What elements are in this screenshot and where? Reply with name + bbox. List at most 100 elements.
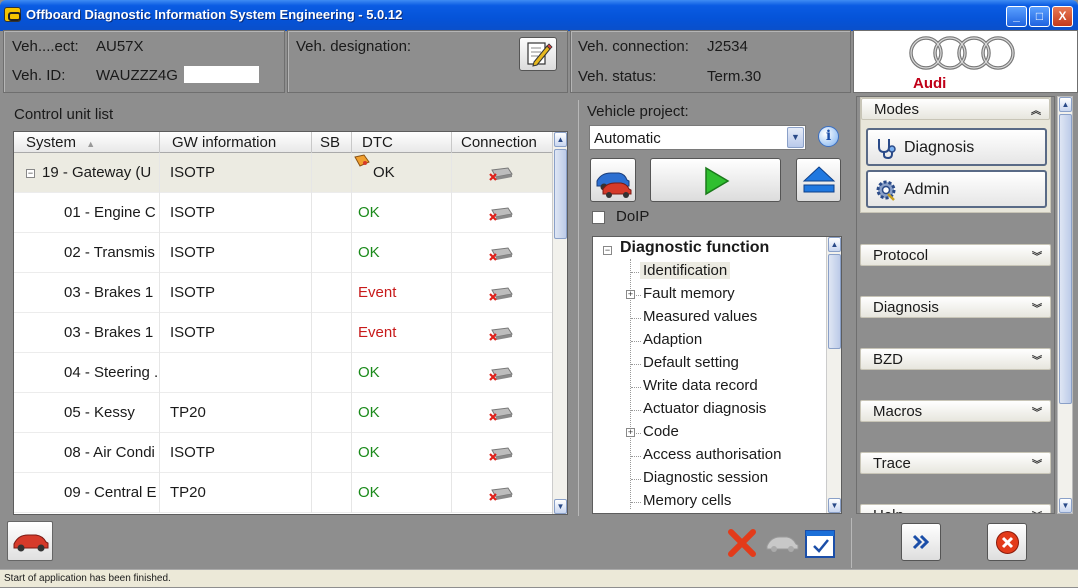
maximize-button[interactable]: □ <box>1029 6 1050 27</box>
cell-gw-information: TP20 <box>160 473 312 513</box>
cell-sb <box>312 273 352 313</box>
tree-item[interactable]: Diagnostic session <box>643 469 768 486</box>
admin-mode-button[interactable]: Admin <box>866 170 1047 208</box>
sidebar-section-bzd[interactable]: BZD ︾ <box>860 348 1051 370</box>
chevron-down-icon: ︾ <box>1032 508 1042 513</box>
table-header: System ▲ GW information SB DTC Connectio… <box>14 132 554 153</box>
close-circle-icon <box>996 531 1019 554</box>
scroll-thumb[interactable] <box>828 254 841 349</box>
cell-sb <box>312 433 352 473</box>
sidebar-section-macros[interactable]: Macros ︾ <box>860 400 1051 422</box>
tree-item[interactable]: Memory cells <box>643 492 731 509</box>
diagnosis-mode-button[interactable]: Diagnosis <box>866 128 1047 166</box>
tree-item[interactable]: Adaption <box>643 331 702 348</box>
checklist-window-icon[interactable] <box>804 529 836 559</box>
table-row[interactable]: 04 - Steering ... OK <box>14 353 554 393</box>
collapse-root-icon[interactable]: − <box>603 246 612 255</box>
sidebar-section-help[interactable]: Help︾ <box>860 504 1051 513</box>
chevron-down-icon: ︾ <box>1032 460 1042 471</box>
chevron-down-icon[interactable]: ▼ <box>787 127 804 148</box>
table-row[interactable]: 02 - Transmis ISOTP OK <box>14 233 554 273</box>
info-icon[interactable]: i <box>818 126 839 147</box>
app-icon <box>4 7 21 22</box>
doip-checkbox[interactable] <box>592 211 605 224</box>
cell-sb <box>312 153 352 193</box>
table-row[interactable]: 09 - Central E TP20 OK <box>14 473 554 513</box>
sidebar-section-trace[interactable]: Trace ︾ <box>860 452 1051 474</box>
connection-error-icon <box>489 367 513 381</box>
column-header-system[interactable]: System ▲ <box>14 132 160 153</box>
scroll-down-arrow[interactable]: ▼ <box>828 498 841 513</box>
tree-root-diagnostic-function[interactable]: Diagnostic function <box>620 239 769 257</box>
table-row[interactable]: −19 - Gateway (U ISOTP OK <box>14 153 554 193</box>
modes-header[interactable]: Modes ︽ <box>861 98 1050 120</box>
cell-system: 03 - Brakes 1 <box>14 273 160 313</box>
cell-dtc: OK <box>352 353 452 393</box>
control-unit-table: System ▲ GW information SB DTC Connectio… <box>13 131 568 515</box>
sidebar-scrollbar[interactable]: ▲ ▼ <box>1057 96 1073 514</box>
column-header-sb[interactable]: SB <box>312 132 352 153</box>
double-chevron-right-icon <box>912 534 930 550</box>
dtc-status: OK <box>373 164 395 181</box>
cell-connection <box>452 313 554 353</box>
forward-button[interactable] <box>901 523 941 561</box>
scroll-down-arrow[interactable]: ▼ <box>554 499 567 514</box>
expand-icon[interactable]: + <box>626 290 635 299</box>
sidebar-section-diagnosis[interactable]: Diagnosis ︾ <box>860 296 1051 318</box>
cell-system: 03 - Brakes 1 <box>14 313 160 353</box>
cell-dtc: OK <box>352 153 452 193</box>
cell-connection <box>452 193 554 233</box>
gear-icon <box>876 180 896 201</box>
dtc-status: OK <box>358 404 380 421</box>
tree-item[interactable]: Code <box>643 423 679 440</box>
tree-item[interactable]: Measured values <box>643 308 757 325</box>
column-header-connection[interactable]: Connection <box>452 132 554 153</box>
table-row[interactable]: 03 - Brakes 1 ISOTP Event <box>14 313 554 353</box>
cancel-x-icon[interactable] <box>727 528 757 558</box>
scroll-thumb[interactable] <box>554 149 567 239</box>
close-window-button[interactable]: X <box>1052 6 1073 27</box>
sidebar-section-protocol[interactable]: Protocol ︾ <box>860 244 1051 266</box>
minimize-button[interactable]: _ <box>1006 6 1027 27</box>
cell-sb <box>312 473 352 513</box>
cell-sb <box>312 313 352 353</box>
scroll-thumb[interactable] <box>1059 114 1072 404</box>
table-row[interactable]: 08 - Air Condi ISOTP OK <box>14 433 554 473</box>
tree-item[interactable]: Identification <box>640 262 731 279</box>
vehicle-select-button[interactable] <box>590 158 636 202</box>
tree-item[interactable]: Default setting <box>643 354 739 371</box>
cell-gw-information: ISOTP <box>160 233 312 273</box>
veh-connection-value: J2534 <box>707 38 748 55</box>
scroll-up-arrow[interactable]: ▲ <box>828 237 841 252</box>
edit-designation-button[interactable] <box>519 37 557 71</box>
tree-scrollbar[interactable]: ▲ ▼ <box>826 237 841 513</box>
cell-connection <box>452 433 554 473</box>
expand-icon[interactable]: + <box>626 428 635 437</box>
vehicle-project-label: Vehicle project: <box>587 103 689 120</box>
scroll-up-arrow[interactable]: ▲ <box>554 132 567 147</box>
eject-button[interactable] <box>796 158 841 202</box>
cell-gw-information: ISOTP <box>160 153 312 193</box>
table-row[interactable]: 05 - Kessy TP20 OK <box>14 393 554 433</box>
tree-item[interactable]: Write data record <box>643 377 758 394</box>
column-header-gw-information[interactable]: GW information <box>160 132 312 153</box>
cell-gw-information: TP20 <box>160 393 312 433</box>
scroll-down-arrow[interactable]: ▼ <box>1059 498 1072 513</box>
table-row[interactable]: 03 - Brakes 1 ISOTP Event <box>14 273 554 313</box>
column-header-dtc[interactable]: DTC <box>352 132 452 153</box>
table-row[interactable]: 01 - Engine C ISOTP OK <box>14 193 554 233</box>
tree-item[interactable]: Actuator diagnosis <box>643 400 766 417</box>
veh-status-label: Veh. status: <box>578 68 657 85</box>
exit-button[interactable] <box>987 523 1027 561</box>
tree-item[interactable]: Fault memory <box>643 285 735 302</box>
veh-connection-label: Veh. connection: <box>578 38 689 55</box>
cell-system: 08 - Air Condi <box>14 433 160 473</box>
cell-gw-information: ISOTP <box>160 193 312 233</box>
vehicle-project-select[interactable]: Automatic ▼ <box>589 125 806 150</box>
table-scrollbar[interactable]: ▲ ▼ <box>552 132 567 514</box>
start-button[interactable] <box>650 158 781 202</box>
vehicle-view-button[interactable] <box>7 521 53 561</box>
tree-item[interactable]: Access authorisation <box>643 446 781 463</box>
scroll-up-arrow[interactable]: ▲ <box>1059 97 1072 112</box>
cell-gw-information: ISOTP <box>160 433 312 473</box>
